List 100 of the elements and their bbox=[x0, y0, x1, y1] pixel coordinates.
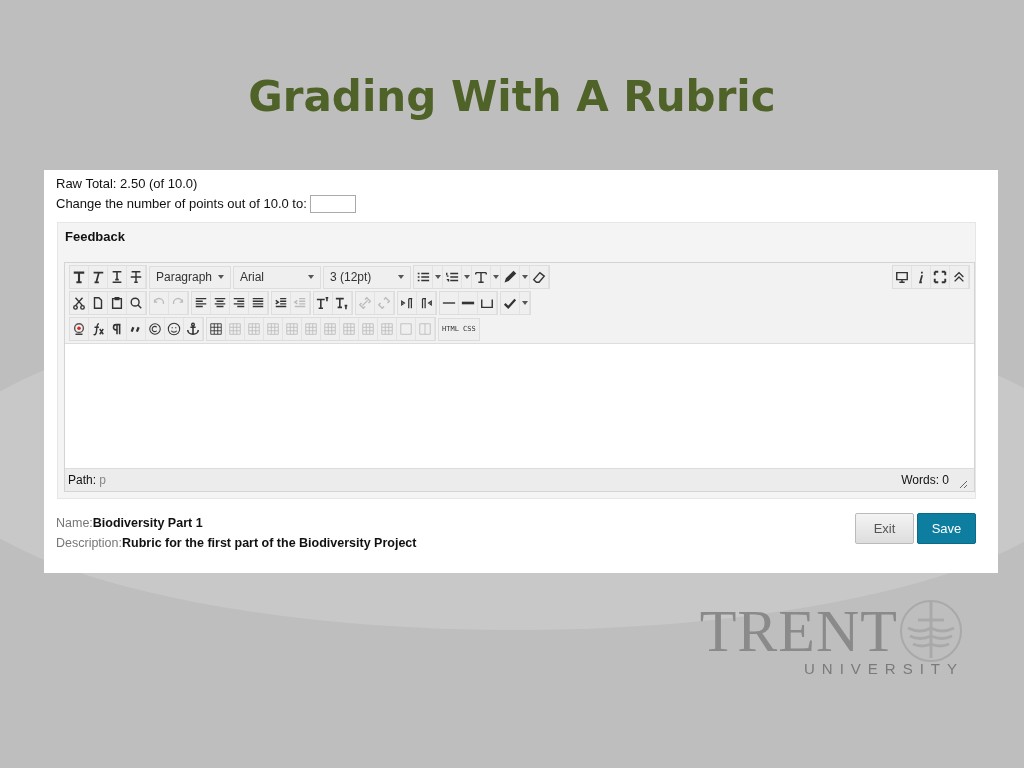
dropdown-arrow-button[interactable] bbox=[491, 266, 501, 288]
align-center-button[interactable] bbox=[211, 292, 230, 314]
table-edit-icon bbox=[304, 322, 318, 336]
outdent-icon bbox=[293, 296, 307, 310]
text-color-button[interactable] bbox=[472, 266, 491, 288]
caret-icon bbox=[463, 275, 470, 279]
table-edit-icon bbox=[285, 322, 299, 336]
paste-icon bbox=[110, 296, 124, 310]
bulleted-list-button[interactable] bbox=[414, 266, 433, 288]
copyright-icon bbox=[148, 322, 162, 336]
right-to-left-icon bbox=[419, 296, 433, 310]
search-icon bbox=[129, 296, 143, 310]
paste-button[interactable] bbox=[108, 292, 127, 314]
caret-icon bbox=[492, 275, 499, 279]
horizontal-rule-button[interactable] bbox=[440, 292, 459, 314]
underline-icon bbox=[110, 270, 124, 284]
table-edit-icon bbox=[380, 322, 394, 336]
caret-icon bbox=[521, 301, 528, 305]
eraser-icon bbox=[532, 270, 546, 284]
strikethrough-button[interactable] bbox=[127, 266, 146, 288]
feedback-heading: Feedback bbox=[65, 229, 126, 244]
dropdown-arrow-button[interactable] bbox=[520, 266, 530, 288]
format-dropdown[interactable]: 3 (12pt) bbox=[323, 265, 411, 289]
highlighter-button[interactable] bbox=[501, 266, 520, 288]
cut-icon bbox=[72, 296, 86, 310]
table-button[interactable] bbox=[207, 318, 226, 340]
text-color-icon bbox=[474, 270, 488, 284]
caret-icon bbox=[218, 275, 224, 279]
copyright-button[interactable] bbox=[146, 318, 165, 340]
highlighter-icon bbox=[503, 270, 517, 284]
table-edit-icon bbox=[247, 322, 261, 336]
caret-icon bbox=[434, 275, 441, 279]
spellcheck-button[interactable] bbox=[501, 292, 520, 314]
dropdown-arrow-button[interactable] bbox=[520, 292, 530, 314]
left-to-right-button[interactable] bbox=[398, 292, 417, 314]
thick-rule-button[interactable] bbox=[459, 292, 478, 314]
points-label: Change the number of points out of 10.0 to: bbox=[56, 195, 307, 213]
rubric-name-text: Name:Biodiversity Part 1 bbox=[56, 515, 204, 532]
indent-icon bbox=[274, 296, 288, 310]
anchor-icon bbox=[186, 322, 200, 336]
table-icon bbox=[209, 322, 223, 336]
bulleted-list-icon bbox=[416, 270, 430, 284]
table-edit-icon bbox=[342, 322, 356, 336]
justify-icon bbox=[251, 296, 265, 310]
spellcheck-icon bbox=[503, 296, 517, 310]
left-to-right-icon bbox=[400, 296, 414, 310]
search-button[interactable] bbox=[127, 292, 146, 314]
webcam-button[interactable] bbox=[70, 318, 89, 340]
align-center-icon bbox=[213, 296, 227, 310]
table-edit-icon bbox=[361, 322, 375, 336]
pilcrow-icon bbox=[110, 322, 124, 336]
save-button[interactable]: Save bbox=[917, 513, 976, 544]
italic-icon bbox=[91, 270, 105, 284]
space-button[interactable] bbox=[478, 292, 497, 314]
rubric-description-text: Description:Rubric for the first part of the Biodiversity Project bbox=[56, 535, 418, 552]
box-icon bbox=[399, 322, 413, 336]
align-right-button[interactable] bbox=[230, 292, 249, 314]
caret-icon bbox=[398, 275, 404, 279]
monitor-button[interactable] bbox=[893, 266, 912, 288]
smiley-icon bbox=[167, 322, 181, 336]
indent-button[interactable] bbox=[272, 292, 291, 314]
dropdown-arrow-button[interactable] bbox=[433, 266, 443, 288]
table-edit-icon bbox=[228, 322, 242, 336]
caret-icon bbox=[521, 275, 528, 279]
strikethrough-icon bbox=[129, 270, 143, 284]
fullscreen-button[interactable] bbox=[931, 266, 950, 288]
numbered-list-button[interactable] bbox=[443, 266, 462, 288]
points-input-field[interactable] bbox=[309, 195, 356, 213]
format-dropdown[interactable]: Paragraph bbox=[149, 265, 231, 289]
caret-icon bbox=[308, 275, 314, 279]
superscript-button[interactable] bbox=[314, 292, 333, 314]
bold-icon bbox=[72, 270, 86, 284]
webcam-icon bbox=[72, 322, 86, 336]
eraser-button[interactable] bbox=[530, 266, 549, 288]
subscript-icon bbox=[335, 296, 349, 310]
format-dropdown[interactable]: Arial bbox=[233, 265, 321, 289]
bold-button[interactable] bbox=[70, 266, 89, 288]
column-icon bbox=[418, 322, 432, 336]
slide-title: Grading With A Rubric bbox=[247, 71, 777, 123]
collapse-icon bbox=[952, 270, 966, 284]
align-right-icon bbox=[232, 296, 246, 310]
smiley-button[interactable] bbox=[165, 318, 184, 340]
align-left-icon bbox=[194, 296, 208, 310]
quote-button[interactable] bbox=[127, 318, 146, 340]
copy-icon bbox=[91, 296, 105, 310]
table-edit-icon bbox=[323, 322, 337, 336]
justify-button[interactable] bbox=[249, 292, 268, 314]
cut-button[interactable] bbox=[70, 292, 89, 314]
path-text: Path: p bbox=[68, 473, 107, 487]
numbered-list-icon bbox=[445, 270, 459, 284]
dropdown-arrow-button[interactable] bbox=[462, 266, 472, 288]
link-icon bbox=[358, 296, 372, 310]
fullscreen-icon bbox=[933, 270, 947, 284]
subscript-button[interactable] bbox=[333, 292, 352, 314]
raw-total-text: Raw Total: 2.50 (of 10.0) bbox=[56, 175, 199, 193]
word-count: Words: 0 bbox=[901, 473, 949, 487]
anchor-button[interactable] bbox=[184, 318, 203, 340]
resize-handle-icon[interactable] bbox=[959, 479, 968, 489]
exit-button[interactable]: Exit bbox=[855, 513, 914, 544]
align-left-button[interactable] bbox=[192, 292, 211, 314]
